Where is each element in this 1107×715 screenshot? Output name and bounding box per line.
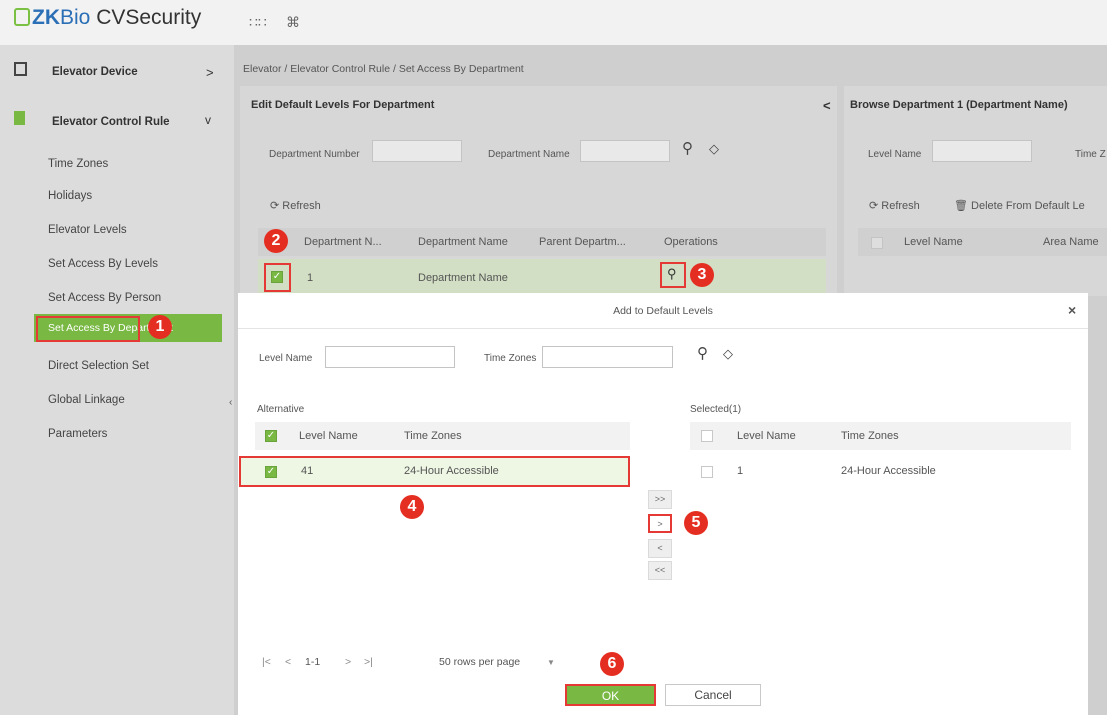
browse-department-title: Browse Department 1 (Department Name) <box>850 99 1068 111</box>
selected-column-level-name[interactable]: Level Name <box>737 430 796 442</box>
sidebar-item-global-linkage[interactable]: Global Linkage <box>48 394 125 406</box>
annotation-badge-6: 6 <box>600 652 624 676</box>
ok-button[interactable]: OK <box>565 684 656 706</box>
sidebar-item-set-access-by-levels[interactable]: Set Access By Levels <box>48 258 158 270</box>
dialog-time-zones-label: Time Zones <box>484 353 537 364</box>
alternative-row-level-name: 41 <box>301 465 314 477</box>
page-range: 1-1 <box>305 656 321 668</box>
department-name-input[interactable] <box>580 140 670 162</box>
sidebar <box>0 45 234 715</box>
row-department-number: 1 <box>307 272 314 284</box>
alternative-column-time-zones[interactable]: Time Zones <box>404 430 462 442</box>
department-panel-title: Edit Default Levels For Department <box>251 99 435 111</box>
annotation-badge-1: 1 <box>148 315 172 339</box>
sidebar-item-parameters[interactable]: Parameters <box>48 428 107 440</box>
command-icon[interactable]: ⌘ <box>286 14 300 31</box>
refresh-icon: ⟳ <box>270 200 283 212</box>
department-name-label: Department Name <box>488 149 570 160</box>
sidebar-item-holidays[interactable]: Holidays <box>48 190 92 202</box>
sidebar-item-elevator-levels[interactable]: Elevator Levels <box>48 224 127 236</box>
department-number-input[interactable] <box>372 140 462 162</box>
selected-label: Selected(1) <box>690 404 742 415</box>
annotation-box-1 <box>36 316 140 342</box>
rows-per-page-select[interactable]: 50 rows per page <box>439 656 520 668</box>
collapse-panel-icon[interactable]: < <box>823 98 831 113</box>
last-page-button[interactable]: >| <box>364 656 373 668</box>
right-header-checkbox[interactable] <box>871 237 883 249</box>
move-all-left-button[interactable]: << <box>648 561 672 580</box>
chevron-down-icon[interactable]: v <box>205 113 211 127</box>
right-level-name-label: Level Name <box>868 149 922 160</box>
dialog-eraser-icon[interactable]: ◇ <box>723 346 733 362</box>
move-left-button[interactable]: < <box>648 539 672 558</box>
row-checkbox-checked[interactable]: ✓ <box>271 271 283 283</box>
search-icon[interactable]: ⚲ <box>682 139 693 157</box>
refresh-icon: ⟳ <box>869 200 882 212</box>
grid-icon[interactable]: ∷∷ <box>249 14 267 31</box>
rows-per-page-dropdown-icon[interactable]: ▼ <box>547 658 555 667</box>
logo-shield-icon <box>14 8 30 26</box>
alternative-row-time-zones: 24-Hour Accessible <box>404 465 499 477</box>
move-all-right-button[interactable]: >> <box>648 490 672 509</box>
eraser-icon[interactable]: ◇ <box>709 141 719 157</box>
close-icon[interactable]: × <box>1068 302 1076 318</box>
app-logo: ZKBio CVSecurity <box>14 6 201 30</box>
annotation-badge-5: 5 <box>684 511 708 535</box>
dialog-level-name-label: Level Name <box>259 353 313 364</box>
chevron-right-icon[interactable]: > <box>206 65 214 80</box>
alternative-column-level-name[interactable]: Level Name <box>299 430 358 442</box>
add-levels-icon[interactable]: ⚲ <box>667 266 677 282</box>
table-row[interactable] <box>258 259 826 293</box>
browse-department-panel <box>844 86 1107 296</box>
cancel-button[interactable]: Cancel <box>665 684 761 706</box>
alternative-select-all-checkbox[interactable]: ✓ <box>265 430 277 442</box>
selected-select-all-checkbox[interactable] <box>701 430 713 442</box>
sidebar-item-direct-selection-set[interactable]: Direct Selection Set <box>48 360 149 372</box>
right-column-level-name[interactable]: Level Name <box>904 236 963 248</box>
annotation-badge-2: 2 <box>264 229 288 253</box>
first-page-button[interactable]: |< <box>262 656 271 668</box>
department-number-label: Department Number <box>269 149 360 160</box>
sidebar-item-time-zones[interactable]: Time Zones <box>48 158 108 170</box>
refresh-button[interactable]: ⟳ Refresh <box>270 199 321 212</box>
dialog-title: Add to Default Levels <box>613 305 713 317</box>
column-department-name[interactable]: Department Name <box>418 236 508 248</box>
column-operations: Operations <box>664 236 718 248</box>
prev-page-button[interactable]: < <box>285 656 291 668</box>
alternative-label: Alternative <box>257 404 305 415</box>
sidebar-menu-elevator-device[interactable]: Elevator Device <box>52 66 138 78</box>
dialog-search-icon[interactable]: ⚲ <box>697 344 708 362</box>
sidebar-menu-elevator-control-rule[interactable]: Elevator Control Rule <box>52 116 170 128</box>
selected-column-time-zones[interactable]: Time Zones <box>841 430 899 442</box>
alternative-row-checkbox[interactable]: ✓ <box>265 466 277 478</box>
row-department-name: Department Name <box>418 272 508 284</box>
annotation-badge-3: 3 <box>690 263 714 287</box>
selected-row-level-name: 1 <box>737 465 744 477</box>
right-level-name-input[interactable] <box>932 140 1032 162</box>
delete-from-default-button[interactable]: 🗑 Delete From Default Le <box>954 199 1085 212</box>
breadcrumb: Elevator / Elevator Control Rule / Set A… <box>243 63 524 75</box>
right-column-area-name[interactable]: Area Name <box>1043 236 1099 248</box>
column-parent-department[interactable]: Parent Departm... <box>539 236 626 248</box>
selected-row-time-zones: 24-Hour Accessible <box>841 465 936 477</box>
dialog-level-name-input[interactable] <box>325 346 455 368</box>
next-page-button[interactable]: > <box>345 656 351 668</box>
sidebar-item-set-access-by-person[interactable]: Set Access By Person <box>48 292 161 304</box>
column-department-number[interactable]: Department N... <box>304 236 382 248</box>
annotation-badge-4: 4 <box>400 495 424 519</box>
right-time-zones-label: Time Z <box>1075 149 1106 160</box>
dialog-time-zones-input[interactable] <box>542 346 673 368</box>
selected-row-checkbox[interactable] <box>701 466 713 478</box>
move-right-button[interactable]: > <box>648 514 672 533</box>
collapse-sidebar-icon[interactable]: ‹ <box>229 397 232 408</box>
right-refresh-button[interactable]: ⟳ Refresh <box>869 199 920 212</box>
trash-icon: 🗑 <box>954 200 972 212</box>
